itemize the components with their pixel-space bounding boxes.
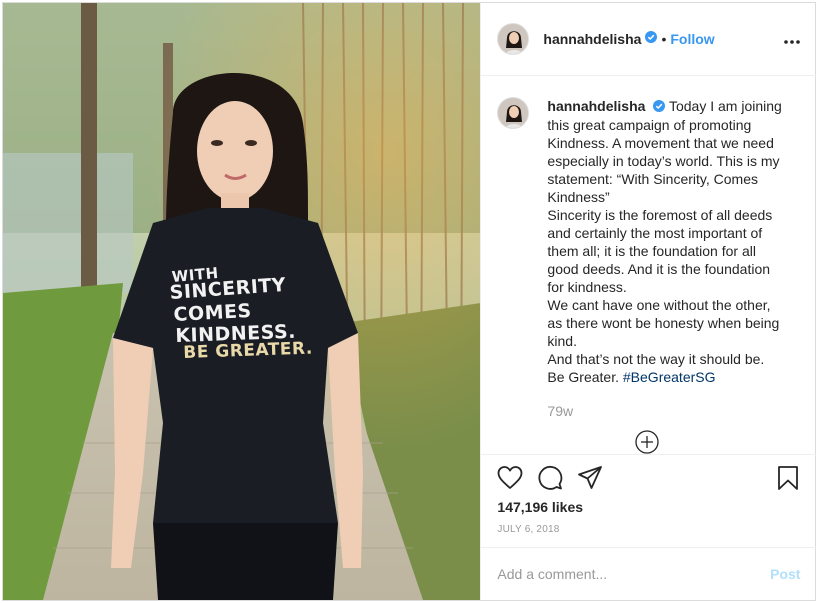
post-photo[interactable]: WITH SINCERITY COMES KINDNESS. BE GREATE…	[3, 3, 481, 600]
caption-username-link[interactable]: hannahdelisha	[547, 98, 645, 114]
caption-line: And that’s not the way it should be.	[547, 351, 765, 368]
caption-line: this great campaign of promoting	[547, 117, 752, 134]
caption-line: hannahdelisha Today I am joining	[547, 97, 787, 116]
hashtag-link[interactable]: #BeGreaterSG	[623, 369, 716, 385]
caption-line: kind.	[547, 333, 577, 350]
caption-area: hannahdelisha Today I am joining this gr…	[481, 77, 816, 454]
post-comment-button[interactable]: Post	[770, 566, 800, 582]
photo-illustration	[3, 3, 481, 600]
comment-icon[interactable]	[537, 465, 563, 496]
caption-line: and certainly the most important of	[547, 225, 763, 242]
separator-dot: •	[661, 31, 667, 47]
caption-line: Sincerity is the foremost of all deeds	[547, 207, 773, 224]
follow-button[interactable]: Follow	[670, 31, 714, 47]
username-link[interactable]: hannahdelisha	[543, 31, 641, 47]
avatar[interactable]	[497, 97, 530, 129]
bookmark-icon[interactable]	[776, 465, 800, 496]
caption-line: statement: “With Sincerity, Comes	[547, 171, 758, 188]
caption-line: as there wont be honesty when being	[547, 315, 780, 332]
heart-icon[interactable]	[497, 465, 523, 496]
caption-line: good deeds. And it is the foundation	[547, 261, 771, 278]
caption-line: Kindness”	[547, 189, 610, 206]
verified-badge-icon	[645, 30, 658, 48]
more-options-icon[interactable]	[784, 31, 801, 49]
caption-line: Be Greater. #BeGreaterSG	[547, 368, 787, 386]
action-bar	[481, 454, 817, 502]
post-header: hannahdelisha • Follow	[481, 3, 817, 76]
likes-count[interactable]: 147,196 likes	[497, 499, 583, 515]
caption-line-text: Be Greater.	[547, 369, 619, 386]
caption-line-text: Today I am joining	[668, 98, 782, 114]
post-date: JULY 6, 2018	[497, 524, 560, 535]
share-icon[interactable]	[577, 465, 603, 496]
verified-badge-icon	[653, 98, 666, 116]
caption-line: Kindness. A movement that we need	[547, 135, 774, 152]
instagram-post: WITH SINCERITY COMES KINDNESS. BE GREATE…	[2, 2, 817, 601]
caption-text: hannahdelisha Today I am joining this gr…	[547, 97, 787, 453]
comment-input[interactable]	[497, 566, 771, 582]
avatar[interactable]	[497, 23, 530, 55]
comment-form: Post	[481, 547, 817, 600]
post-time-ago[interactable]: 79w	[547, 403, 573, 419]
caption-line: them all; it is the foundation for all	[547, 243, 756, 260]
caption-line: We cant have one without the other,	[547, 297, 771, 314]
caption-line: for kindness.	[547, 279, 627, 296]
caption-line: especially in today’s world. This is my	[547, 153, 780, 170]
post-side-panel: hannahdelisha • Follow hannahdelisha Tod…	[480, 3, 817, 600]
